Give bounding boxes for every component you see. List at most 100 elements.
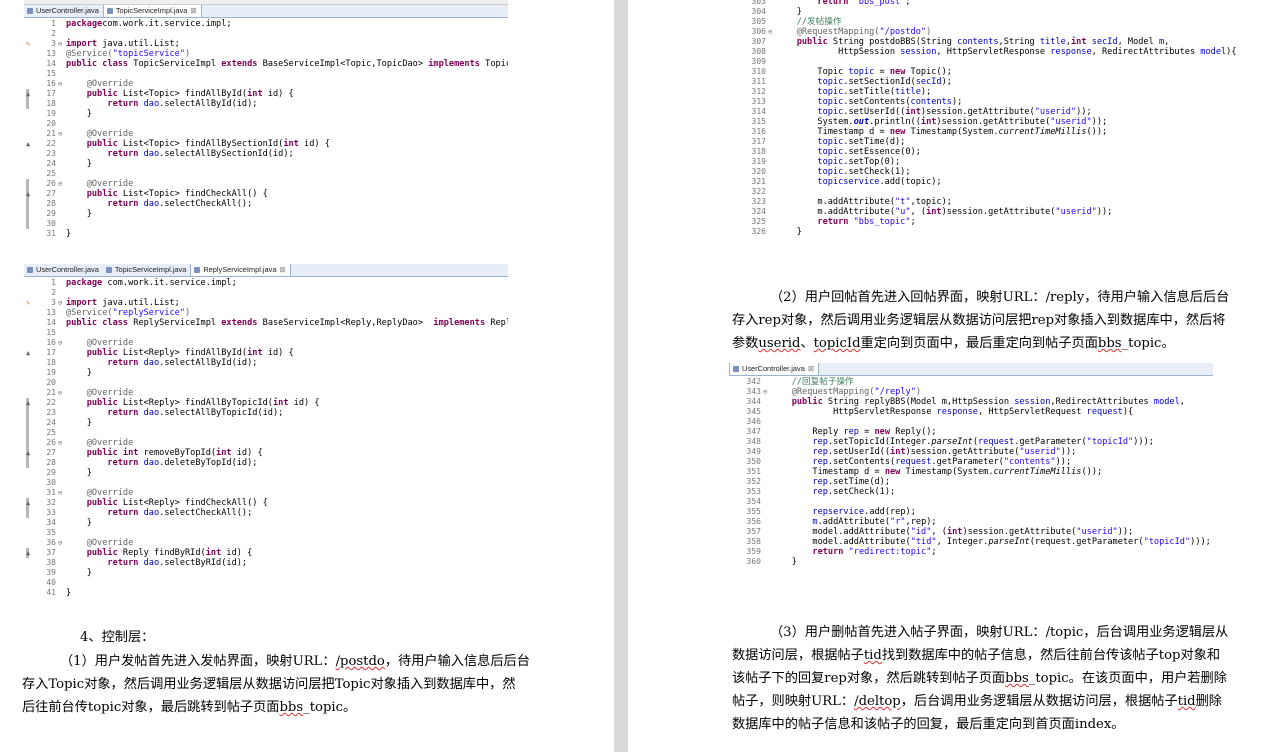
code-text[interactable]: } — [66, 588, 508, 598]
code-text[interactable]: return dao.selectAllBySectionId(id); — [66, 149, 508, 159]
code-text[interactable] — [776, 187, 1258, 197]
code-text[interactable]: } — [66, 229, 508, 239]
code-text[interactable]: @RequestMapping("/postdo") — [776, 27, 1258, 37]
code-text[interactable]: } — [66, 159, 508, 169]
code-text[interactable]: @Override — [66, 488, 508, 498]
code-text[interactable]: @Override — [66, 538, 508, 548]
code-text[interactable]: public List<Topic> findAllById(int id) { — [66, 89, 508, 99]
code-text[interactable]: } — [66, 109, 508, 119]
code-text[interactable]: topic.setTitle(title); — [776, 87, 1258, 97]
code-text[interactable]: } — [66, 209, 508, 219]
code-text[interactable] — [66, 378, 508, 388]
code-text[interactable]: model.addAttribute("id", (int)session.ge… — [771, 527, 1213, 537]
code-text[interactable]: public int removeByTopId(int id) { — [66, 448, 508, 458]
code-text[interactable]: public List<Reply> findAllByTopicId(int … — [66, 398, 508, 408]
code-text[interactable]: import java.util.List; — [66, 39, 508, 49]
tab-topic-service-impl[interactable]: TopicServiceImpl.java ⊠ — [102, 5, 202, 17]
code-text[interactable]: topic.setTop(0); — [776, 157, 1258, 167]
code-text[interactable]: Reply rep = new Reply(); — [771, 427, 1213, 437]
code-text[interactable]: public List<Topic> findAllBySectionId(in… — [66, 139, 508, 149]
code-text[interactable]: import java.util.List; — [66, 298, 508, 308]
code-text[interactable]: } — [66, 568, 508, 578]
code-text[interactable]: return "bbs_topic"; — [776, 217, 1258, 227]
code-text[interactable] — [66, 119, 508, 129]
code-text[interactable]: //回复帖子操作 — [771, 377, 1213, 387]
code-text[interactable] — [66, 328, 508, 338]
tab-reply-service-impl[interactable]: ReplyServiceImpl.java ⊠ — [190, 264, 291, 276]
code-text[interactable]: @Override — [66, 388, 508, 398]
fold-icon[interactable]: ⊖ — [58, 179, 66, 189]
code-text[interactable]: topic.setSectionId(secId); — [776, 77, 1258, 87]
code-text[interactable] — [66, 478, 508, 488]
fold-icon[interactable]: ⊖ — [58, 129, 66, 139]
code-text[interactable]: } — [66, 468, 508, 478]
code-text[interactable]: return dao.selectCheckAll(); — [66, 199, 508, 209]
fold-icon[interactable]: ⊖ — [58, 79, 66, 89]
code-text[interactable]: public class ReplyServiceImpl extends Ba… — [66, 318, 508, 328]
close-icon[interactable]: ⊠ — [279, 265, 285, 274]
code-text[interactable]: @Service("topicService") — [66, 49, 508, 59]
code-text[interactable] — [66, 288, 508, 298]
code-text[interactable]: } — [776, 227, 1258, 237]
code-text[interactable]: topic.setEssence(0); — [776, 147, 1258, 157]
code-text[interactable]: @RequestMapping("/reply") — [771, 387, 1213, 397]
fold-icon[interactable]: ⊖ — [763, 387, 771, 397]
code-text[interactable]: topic.setContents(contents); — [776, 97, 1258, 107]
code-text[interactable]: m.addAttribute("t",topic); — [776, 197, 1258, 207]
code-text[interactable]: return dao.selectAllByTopicId(id); — [66, 408, 508, 418]
code-text[interactable]: public List<Topic> findCheckAll() { — [66, 189, 508, 199]
code-text[interactable] — [66, 29, 508, 39]
code-text[interactable]: public String postdoBBS(String contents,… — [776, 37, 1258, 47]
code-text[interactable]: @Service("replyService") — [66, 308, 508, 318]
code-text[interactable]: Topic topic = new Topic(); — [776, 67, 1258, 77]
code-text[interactable]: topic.setTime(d); — [776, 137, 1258, 147]
tab-user-controller[interactable]: UserController.java ⊠ — [729, 363, 820, 375]
code-text[interactable]: rep.setTopicId(Integer.parseInt(request.… — [771, 437, 1213, 447]
fold-icon[interactable]: ⊖ — [58, 438, 66, 448]
code-text[interactable] — [771, 417, 1213, 427]
code-text[interactable]: @Override — [66, 179, 508, 189]
warning-icon[interactable]: ✎ — [26, 39, 30, 49]
code-text[interactable]: rep.setContents(request.getParameter("co… — [771, 457, 1213, 467]
code-text[interactable]: } — [771, 557, 1213, 567]
code-text[interactable]: } — [66, 418, 508, 428]
code-text[interactable] — [66, 528, 508, 538]
code-text[interactable]: rep.setUserId((int)session.getAttribute(… — [771, 447, 1213, 457]
code-text[interactable]: return dao.selectAllById(id); — [66, 358, 508, 368]
code-text[interactable]: public String replyBBS(Model m,HttpSessi… — [771, 397, 1213, 407]
code-text[interactable]: @Override — [66, 79, 508, 89]
fold-icon[interactable]: ⊖ — [58, 39, 66, 49]
code-text[interactable] — [66, 428, 508, 438]
code-text[interactable]: @Override — [66, 338, 508, 348]
code-text[interactable]: public List<Reply> findAllById(int id) { — [66, 348, 508, 358]
code-text[interactable]: Timestamp d = new Timestamp(System.curre… — [776, 127, 1258, 137]
fold-icon[interactable]: ⊖ — [58, 388, 66, 398]
tab-user-controller[interactable]: UserController.java — [24, 5, 103, 17]
code-text[interactable]: return dao.selectCheckAll(); — [66, 508, 508, 518]
code-text[interactable]: return dao.deleteByTopId(id); — [66, 458, 508, 468]
code-text[interactable]: return "redirect:topic"; — [771, 547, 1213, 557]
code-text[interactable]: topic.setUserId((int)session.getAttribut… — [776, 107, 1258, 117]
code-text[interactable]: @Override — [66, 438, 508, 448]
code-text[interactable]: m.addAttribute("u", (int)session.getAttr… — [776, 207, 1258, 217]
code-text[interactable]: return "bbs_post"; — [776, 0, 1258, 7]
fold-icon[interactable]: ⊖ — [768, 27, 776, 37]
code-text[interactable] — [66, 219, 508, 229]
code-text[interactable]: @Override — [66, 129, 508, 139]
code-text[interactable]: } — [776, 7, 1258, 17]
code-text[interactable]: m.addAttribute("r",rep); — [771, 517, 1213, 527]
code-text[interactable]: Timestamp d = new Timestamp(System.curre… — [771, 467, 1213, 477]
code-text[interactable] — [771, 497, 1213, 507]
code-text[interactable] — [776, 57, 1258, 67]
code-text[interactable] — [66, 69, 508, 79]
code-text[interactable]: public Reply findByRId(int id) { — [66, 548, 508, 558]
code-text[interactable]: HttpServletResponse response, HttpServle… — [771, 407, 1213, 417]
code-text[interactable]: } — [66, 368, 508, 378]
code-text[interactable]: model.addAttribute("tid", Integer.parseI… — [771, 537, 1213, 547]
fold-icon[interactable]: ⊖ — [58, 298, 66, 308]
code-text[interactable]: return dao.selectAllById(id); — [66, 99, 508, 109]
code-text[interactable]: repservice.add(rep); — [771, 507, 1213, 517]
warning-icon[interactable]: ✎ — [26, 298, 30, 308]
code-text[interactable] — [66, 169, 508, 179]
fold-icon[interactable]: ⊖ — [58, 538, 66, 548]
